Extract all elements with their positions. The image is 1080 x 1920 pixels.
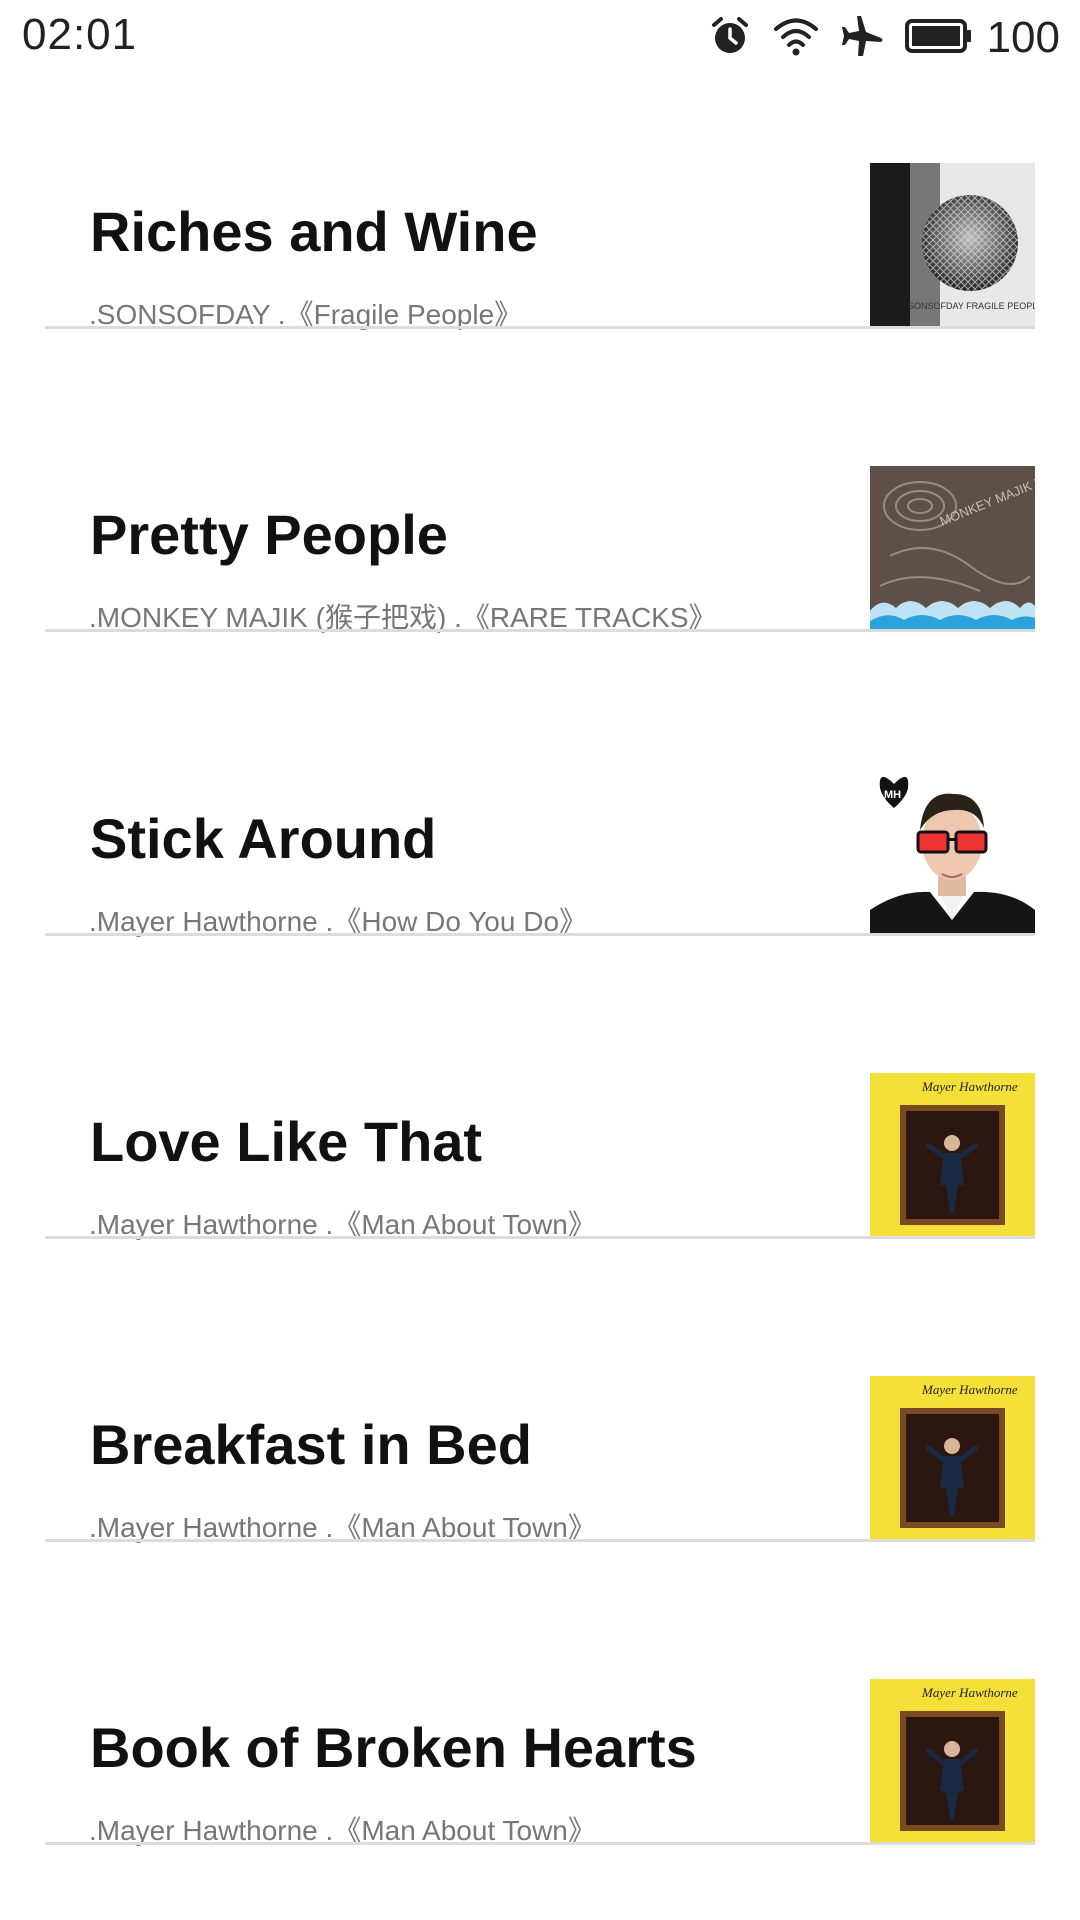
- song-row[interactable]: Stick Around .Mayer Hawthorne .《How Do Y…: [45, 770, 1035, 937]
- row-divider: [45, 326, 1035, 329]
- song-title: Love Like That: [90, 1110, 483, 1173]
- status-bar: 02:01 100: [0, 0, 1080, 76]
- album-cover: Mayer Hawthorne: [870, 1073, 1035, 1239]
- alarm-icon: [709, 15, 751, 62]
- cover-text: MH: [884, 789, 901, 801]
- album-cover: Mayer Hawthorne: [870, 1679, 1035, 1845]
- song-title: Book of Broken Hearts: [90, 1716, 697, 1779]
- album-cover: SONSOFDAY FRAGILE PEOPLE: [870, 163, 1035, 329]
- song-row[interactable]: Riches and Wine .SONSOFDAY .《Fragile Peo…: [45, 163, 1035, 330]
- song-row[interactable]: Pretty People .MONKEY MAJIK (猴子把戏) .《RAR…: [45, 466, 1035, 633]
- row-divider: [45, 1539, 1035, 1542]
- row-divider: [45, 1842, 1035, 1845]
- song-row[interactable]: Love Like That .Mayer Hawthorne .《Man Ab…: [45, 1073, 1035, 1240]
- song-title: Breakfast in Bed: [90, 1413, 532, 1476]
- row-divider: [45, 629, 1035, 632]
- song-title: Pretty People: [90, 503, 448, 566]
- airplane-mode-icon: [841, 14, 885, 63]
- status-icons: 100: [709, 0, 1080, 76]
- song-title: Stick Around: [90, 807, 437, 870]
- song-row[interactable]: Book of Broken Hearts .Mayer Hawthorne .…: [45, 1679, 1035, 1846]
- song-title: Riches and Wine: [90, 200, 538, 263]
- row-divider: [45, 933, 1035, 936]
- cover-text: SONSOFDAY FRAGILE PEOPLE: [908, 301, 1035, 311]
- battery-icon: [904, 18, 973, 59]
- cover-text: Mayer Hawthorne: [921, 1382, 1018, 1397]
- album-cover: MH: [870, 770, 1035, 936]
- row-divider: [45, 1236, 1035, 1239]
- song-row[interactable]: Breakfast in Bed .Mayer Hawthorne .《Man …: [45, 1376, 1035, 1543]
- battery-level: 100: [986, 13, 1060, 62]
- wifi-icon: [773, 16, 819, 61]
- album-cover: MONKEY MAJIK RARE TRACKS: [870, 466, 1035, 632]
- cover-text: Mayer Hawthorne: [921, 1685, 1018, 1700]
- status-time: 02:01: [22, 10, 138, 59]
- cover-text: Mayer Hawthorne: [921, 1079, 1018, 1094]
- album-cover: Mayer Hawthorne: [870, 1376, 1035, 1542]
